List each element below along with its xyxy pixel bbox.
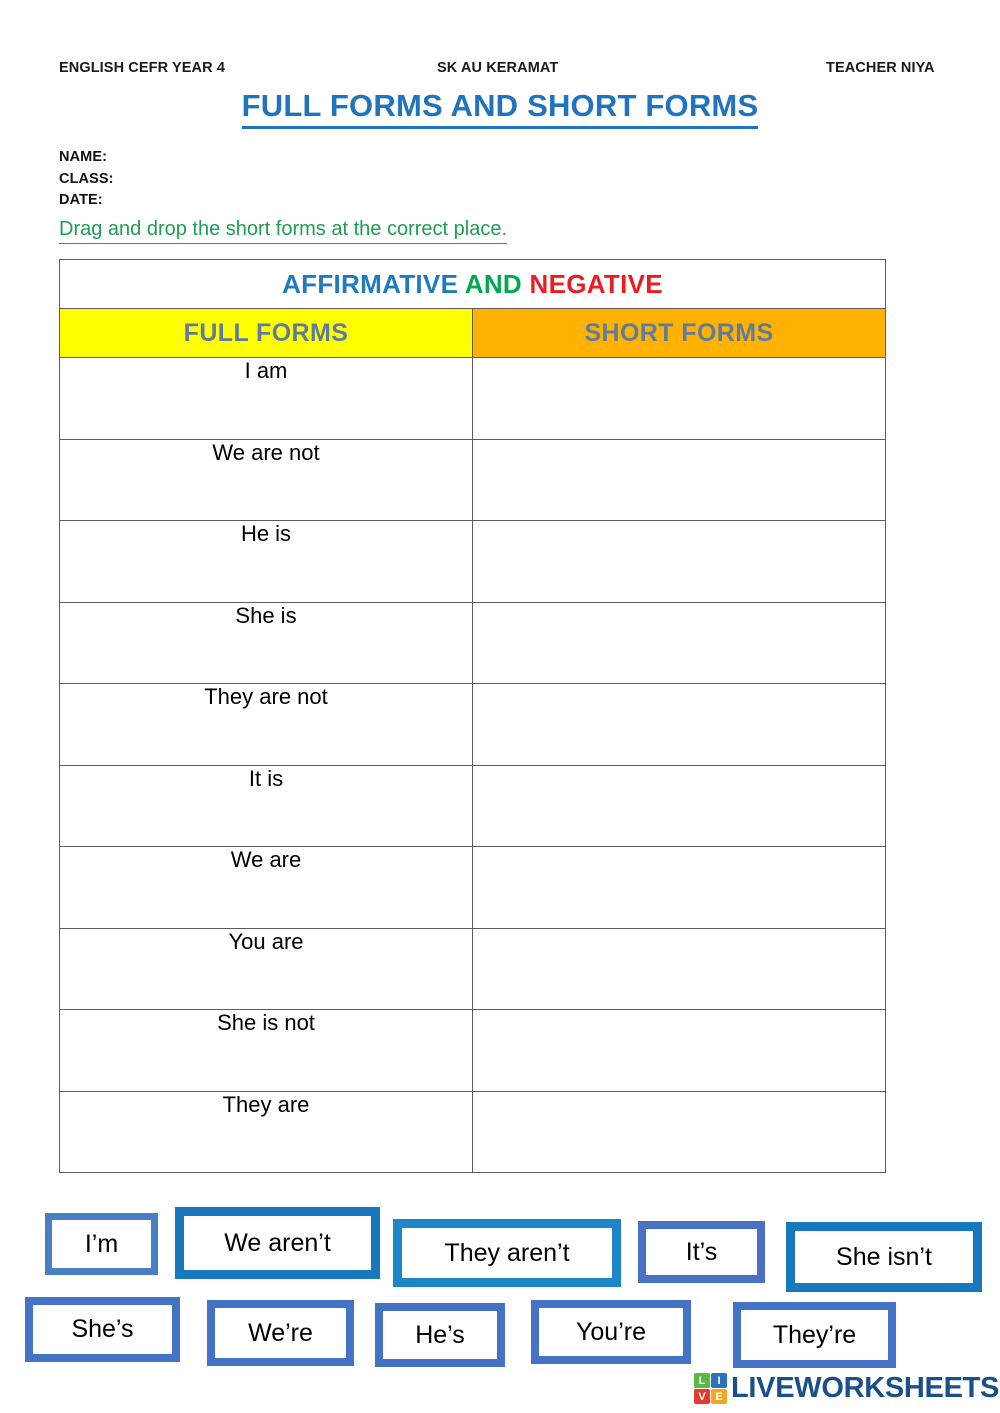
full-form-cell: They are (59, 1090, 473, 1173)
full-form-cell: She is (59, 601, 473, 684)
field-name-label: NAME: (59, 149, 108, 165)
field-class-label: CLASS: (59, 170, 114, 187)
draggable-chip[interactable]: She isn’t (786, 1222, 982, 1292)
draggable-chip[interactable]: I’m (45, 1213, 158, 1275)
worksheet-header-row: ENGLISH CEFR YEAR 4 SK AU KERAMAT TEACHE… (0, 60, 1000, 82)
table-row: It is (59, 764, 887, 847)
draggable-chip[interactable]: We’re (207, 1300, 354, 1366)
instruction-text: Drag and drop the short forms at the cor… (59, 216, 507, 244)
page-title-text: FULL FORMS AND SHORT FORMS (241, 88, 759, 129)
full-form-cell: They are not (59, 683, 473, 766)
short-form-chip-tray: I’m We aren’t They aren’t It’s She isn’t She’… (0, 1205, 1000, 1375)
short-form-drop-zone[interactable] (471, 683, 887, 766)
full-form-cell: I am (59, 357, 473, 440)
banner-affirmative: AFFIRMATIVE (282, 268, 459, 299)
table-row: He is (59, 520, 887, 603)
short-form-drop-zone[interactable] (471, 601, 887, 684)
short-form-drop-zone[interactable] (471, 357, 887, 440)
full-form-cell: He is (59, 520, 473, 603)
draggable-chip[interactable]: We aren’t (175, 1207, 380, 1279)
logo-letter-e-icon: E (711, 1389, 727, 1404)
forms-table: AFFIRMATIVE AND NEGATIVE FULL FORMS SHOR… (58, 259, 887, 1173)
full-form-cell: It is (59, 764, 473, 847)
short-form-drop-zone[interactable] (471, 927, 887, 1010)
table-row: You are (59, 927, 887, 1010)
full-form-cell: We are (59, 846, 473, 929)
draggable-chip[interactable]: He’s (375, 1303, 505, 1367)
full-form-cell: You are (59, 927, 473, 1010)
table-row: We are not (59, 438, 887, 521)
banner-negative: NEGATIVE (529, 268, 663, 299)
table-column-header-row: FULL FORMS SHORT FORMS (59, 308, 887, 358)
short-form-drop-zone[interactable] (471, 1090, 887, 1173)
table-row: She is not (59, 1009, 887, 1092)
draggable-chip[interactable]: It’s (638, 1221, 765, 1283)
header-school: SK AU KERAMAT (437, 60, 559, 76)
short-form-drop-zone[interactable] (471, 846, 887, 929)
liveworksheets-logo: LIVE LIVEWORKSHEETS (694, 1372, 999, 1405)
table-banner-row: AFFIRMATIVE AND NEGATIVE (58, 259, 887, 309)
draggable-chip[interactable]: They aren’t (393, 1219, 621, 1287)
forms-table-rows: I am We are not He is She is They are not It … (59, 357, 887, 1173)
header-teacher: TEACHER NIYA (826, 60, 935, 76)
draggable-chip[interactable]: You’re (531, 1300, 691, 1364)
logo-letter-i-icon: I (711, 1373, 727, 1388)
liveworksheets-logo-text: LIVEWORKSHEETS (731, 1372, 1000, 1404)
table-row: I am (59, 357, 887, 440)
table-row: They are not (59, 683, 887, 766)
short-form-drop-zone[interactable] (471, 438, 887, 521)
short-form-drop-zone[interactable] (471, 520, 887, 603)
field-date-label: DATE: (59, 192, 103, 208)
column-header-short-forms: SHORT FORMS (471, 308, 887, 358)
table-row: We are (59, 846, 887, 929)
table-banner-cell: AFFIRMATIVE AND NEGATIVE (58, 259, 887, 309)
header-subject: ENGLISH CEFR YEAR 4 (59, 60, 225, 76)
short-form-drop-zone[interactable] (471, 1009, 887, 1092)
table-row: She is (59, 601, 887, 684)
draggable-chip[interactable]: They’re (733, 1302, 896, 1368)
short-form-drop-zone[interactable] (471, 764, 887, 847)
draggable-chip[interactable]: She’s (25, 1297, 180, 1362)
column-header-full-forms: FULL FORMS (59, 308, 473, 358)
page-title: FULL FORMS AND SHORT FORMS (0, 88, 1000, 129)
logo-letter-v-icon: V (694, 1389, 710, 1404)
table-row: They are (59, 1090, 887, 1173)
student-fields: NAME: CLASS: DATE: (59, 147, 114, 212)
full-form-cell: She is not (59, 1009, 473, 1092)
liveworksheets-logo-icon: LIVE (694, 1373, 727, 1404)
logo-letter-l-icon: L (694, 1373, 710, 1388)
banner-and: AND (464, 268, 523, 299)
full-form-cell: We are not (59, 438, 473, 521)
forms-table-body: AFFIRMATIVE AND NEGATIVE FULL FORMS SHOR… (58, 259, 887, 358)
